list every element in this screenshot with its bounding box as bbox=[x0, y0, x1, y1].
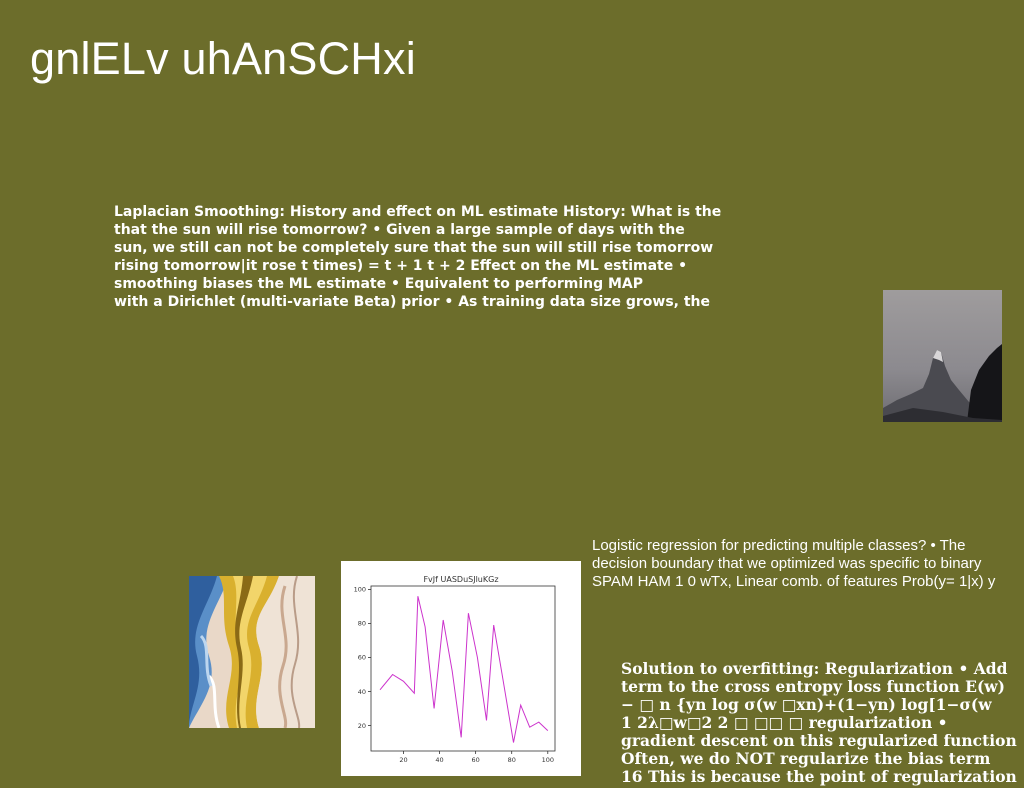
x-tick-label: 100 bbox=[542, 756, 554, 764]
abstract-swirl-art bbox=[189, 576, 315, 728]
x-tick-label: 20 bbox=[399, 756, 407, 764]
text-line: sun, we still can not be completely sure… bbox=[114, 240, 714, 256]
y-tick-label: 40 bbox=[358, 688, 366, 696]
x-tick-label: 60 bbox=[471, 756, 479, 764]
text-line: smoothing biases the ML estimate • Equiv… bbox=[114, 276, 644, 292]
text-line: − □ n {yn log σ(w □xn)+(1−yn) log[1−σ(w bbox=[621, 695, 992, 714]
mountain-photo bbox=[883, 290, 1002, 422]
laplacian-smoothing-text: Laplacian Smoothing: History and effect … bbox=[114, 203, 754, 311]
y-tick-label: 20 bbox=[358, 722, 366, 730]
text-line: 1 2λ□w□2 2 □ □□ □ regularization • bbox=[621, 713, 948, 732]
text-line: Often, we do NOT regularize the bias ter… bbox=[621, 749, 991, 768]
text-line: gradient descent on this regularized fun… bbox=[621, 731, 1017, 750]
logistic-regression-text: Logistic regression for predicting multi… bbox=[592, 537, 1022, 591]
text-line: Logistic regression for predicting multi… bbox=[592, 537, 966, 554]
text-line: with a Dirichlet (multi-variate Beta) pr… bbox=[114, 294, 710, 310]
line-chart: FvJf UASDuSJluKGz 20 40 60 80 100 20 40 60 80 100 bbox=[341, 561, 581, 776]
text-line: term to the cross entropy loss function … bbox=[621, 677, 1005, 696]
x-tick-label: 40 bbox=[435, 756, 443, 764]
text-line: Solution to overfitting: Regularization … bbox=[621, 659, 1008, 678]
text-line: decision boundary that we optimized was … bbox=[592, 555, 982, 572]
text-line: SPAM HAM 1 0 wTx, Linear comb. of featur… bbox=[592, 573, 996, 590]
text-line: that the sun will rise tomorrow? • Given… bbox=[114, 222, 685, 238]
x-tick-label: 80 bbox=[508, 756, 516, 764]
slide-title: gnlELv uhAnSCHxi bbox=[30, 33, 416, 84]
y-tick-label: 100 bbox=[354, 586, 366, 594]
series-line bbox=[379, 596, 549, 743]
text-line: rising tomorrow|it rose t times) = t + 1… bbox=[114, 258, 688, 274]
y-tick-label: 80 bbox=[358, 620, 366, 628]
text-line: 16 This is because the point of regulari… bbox=[621, 767, 1017, 786]
text-line: Laplacian Smoothing: History and effect … bbox=[114, 204, 722, 220]
chart-plot-area bbox=[370, 585, 556, 752]
chart-marks: 20 40 60 80 100 20 40 60 80 100 bbox=[354, 586, 554, 764]
chart-title: FvJf UASDuSJluKGz bbox=[423, 575, 498, 584]
y-tick-label: 60 bbox=[358, 654, 366, 662]
regularization-text: Solution to overfitting: Regularization … bbox=[621, 660, 1024, 786]
